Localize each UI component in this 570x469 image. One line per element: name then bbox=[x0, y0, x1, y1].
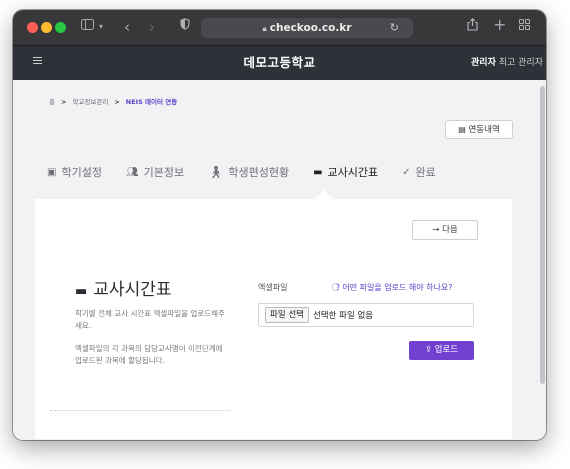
list-icon: ▤ bbox=[458, 125, 466, 134]
panel-title-text: 교사시간표 bbox=[93, 280, 172, 300]
users-icon: 👥︎ bbox=[125, 166, 139, 178]
excel-file-label: 엑셀파일 bbox=[258, 283, 288, 292]
breadcrumb-separator: > bbox=[114, 98, 120, 106]
url-text: checkoo.co.kr bbox=[269, 22, 352, 34]
file-status: 선택한 파일 없음 bbox=[312, 311, 374, 321]
sync-history-button[interactable]: ▤ 연동내역 bbox=[445, 120, 513, 139]
check-icon: ✓ bbox=[402, 166, 411, 178]
tab-teacher-timetable[interactable]: ▬ 교사시간표 bbox=[313, 162, 378, 182]
tab-label: 기본정보 bbox=[143, 166, 185, 179]
forward-icon[interactable]: › bbox=[149, 18, 155, 36]
chevron-down-icon[interactable]: ▾ bbox=[99, 18, 103, 36]
breadcrumb-separator: > bbox=[60, 98, 67, 106]
zoom-window-button[interactable] bbox=[55, 22, 66, 33]
breadcrumb: 홈 > 학교정보관리 > NEIS 데이터 연동 bbox=[49, 96, 177, 106]
school-title: 데모고등학교 bbox=[243, 55, 316, 70]
help-link-text: 어떤 파일을 업로드 해야 하나요? bbox=[342, 283, 453, 292]
sync-history-label: 연동내역 bbox=[468, 125, 500, 135]
breadcrumb-current: NEIS 데이터 연동 bbox=[125, 98, 178, 106]
panel-title: ▬ 교사시간표 bbox=[75, 275, 172, 300]
student-icon: 🚶︎ bbox=[208, 165, 224, 179]
panel-description: 엑셀파일의 각 과목의 담당교사명이 이전단계에 업로드된 과목에 할당됩니다. bbox=[75, 344, 223, 365]
tab-overview-icon[interactable] bbox=[519, 18, 530, 36]
step-tabs: ▣ 학기설정 👥︎ 기본정보 🚶︎ 학생편성현황 ▬ 교사시간표 ✓ 완료 bbox=[47, 162, 460, 182]
user-name: 최고 관리자 bbox=[498, 58, 543, 68]
upload-label: 업로드 bbox=[434, 345, 459, 355]
choose-file-button[interactable]: 파일 선택 bbox=[265, 307, 309, 323]
scrollbar[interactable] bbox=[540, 86, 545, 384]
tab-label: 교사시간표 bbox=[327, 166, 379, 179]
upload-button[interactable]: ⇪ 업로드 bbox=[409, 341, 474, 360]
tab-label: 학생편성현황 bbox=[228, 166, 290, 179]
upload-icon: ⇪ bbox=[424, 345, 432, 355]
browser-toolbar: ▾ ‹ › 🔒︎ checkoo.co.kr ↻ + bbox=[13, 10, 546, 46]
minimize-window-button[interactable] bbox=[41, 22, 52, 33]
tab-complete[interactable]: ✓ 완료 bbox=[402, 162, 436, 182]
teacher-icon: ▬ bbox=[313, 166, 323, 178]
shield-icon[interactable] bbox=[180, 18, 190, 36]
user-info[interactable]: 관리자 최고 관리자 bbox=[471, 46, 543, 80]
new-tab-icon[interactable]: + bbox=[493, 16, 506, 34]
tab-student-status[interactable]: 🚶︎ 학생편성현황 bbox=[208, 162, 289, 182]
tab-basic-info[interactable]: 👥︎ 기본정보 bbox=[126, 162, 184, 182]
panel-description: 학기별 전체 교사 시간표 엑셀파일을 업로드해주세요. bbox=[75, 309, 225, 330]
sidebar-toggle-icon[interactable] bbox=[81, 18, 94, 36]
divider bbox=[50, 410, 230, 411]
next-button[interactable]: → 다음 bbox=[412, 220, 478, 240]
file-input[interactable]: 파일 선택 선택한 파일 없음 bbox=[258, 303, 474, 327]
teacher-icon: ▬ bbox=[75, 284, 88, 299]
browser-window: ▾ ‹ › 🔒︎ checkoo.co.kr ↻ + 데모고등학교 관리자 최고 … bbox=[13, 10, 546, 440]
question-icon: ?⃝ bbox=[336, 283, 340, 292]
page-content: 홈 > 학교정보관리 > NEIS 데이터 연동 ▤ 연동내역 ▣ 학기설정 👥︎ 기본… bbox=[13, 80, 536, 440]
step-panel: → 다음 ▬ 교사시간표 학기별 전체 교사 시간표 엑셀파일을 업로드해주세요.… bbox=[35, 199, 512, 439]
reload-icon[interactable]: ↻ bbox=[390, 18, 399, 38]
tab-semester[interactable]: ▣ 학기설정 bbox=[47, 162, 102, 182]
share-icon[interactable] bbox=[467, 18, 478, 37]
calendar-icon: ▣ bbox=[47, 166, 57, 178]
user-role: 관리자 bbox=[471, 58, 496, 68]
app-header: 데모고등학교 관리자 최고 관리자 bbox=[13, 46, 546, 80]
back-icon[interactable]: ‹ bbox=[124, 18, 130, 36]
tab-label: 학기설정 bbox=[61, 166, 102, 179]
lock-icon: 🔒︎ bbox=[262, 24, 267, 33]
breadcrumb-item[interactable]: 학교정보관리 bbox=[72, 98, 108, 106]
tab-label: 완료 bbox=[415, 166, 436, 179]
address-bar[interactable]: 🔒︎ checkoo.co.kr ↻ bbox=[201, 18, 413, 38]
close-window-button[interactable] bbox=[27, 22, 38, 33]
breadcrumb-home[interactable]: 홈 bbox=[49, 98, 55, 106]
help-link[interactable]: ?⃝ 어떤 파일을 업로드 해야 하나요? bbox=[336, 282, 452, 293]
